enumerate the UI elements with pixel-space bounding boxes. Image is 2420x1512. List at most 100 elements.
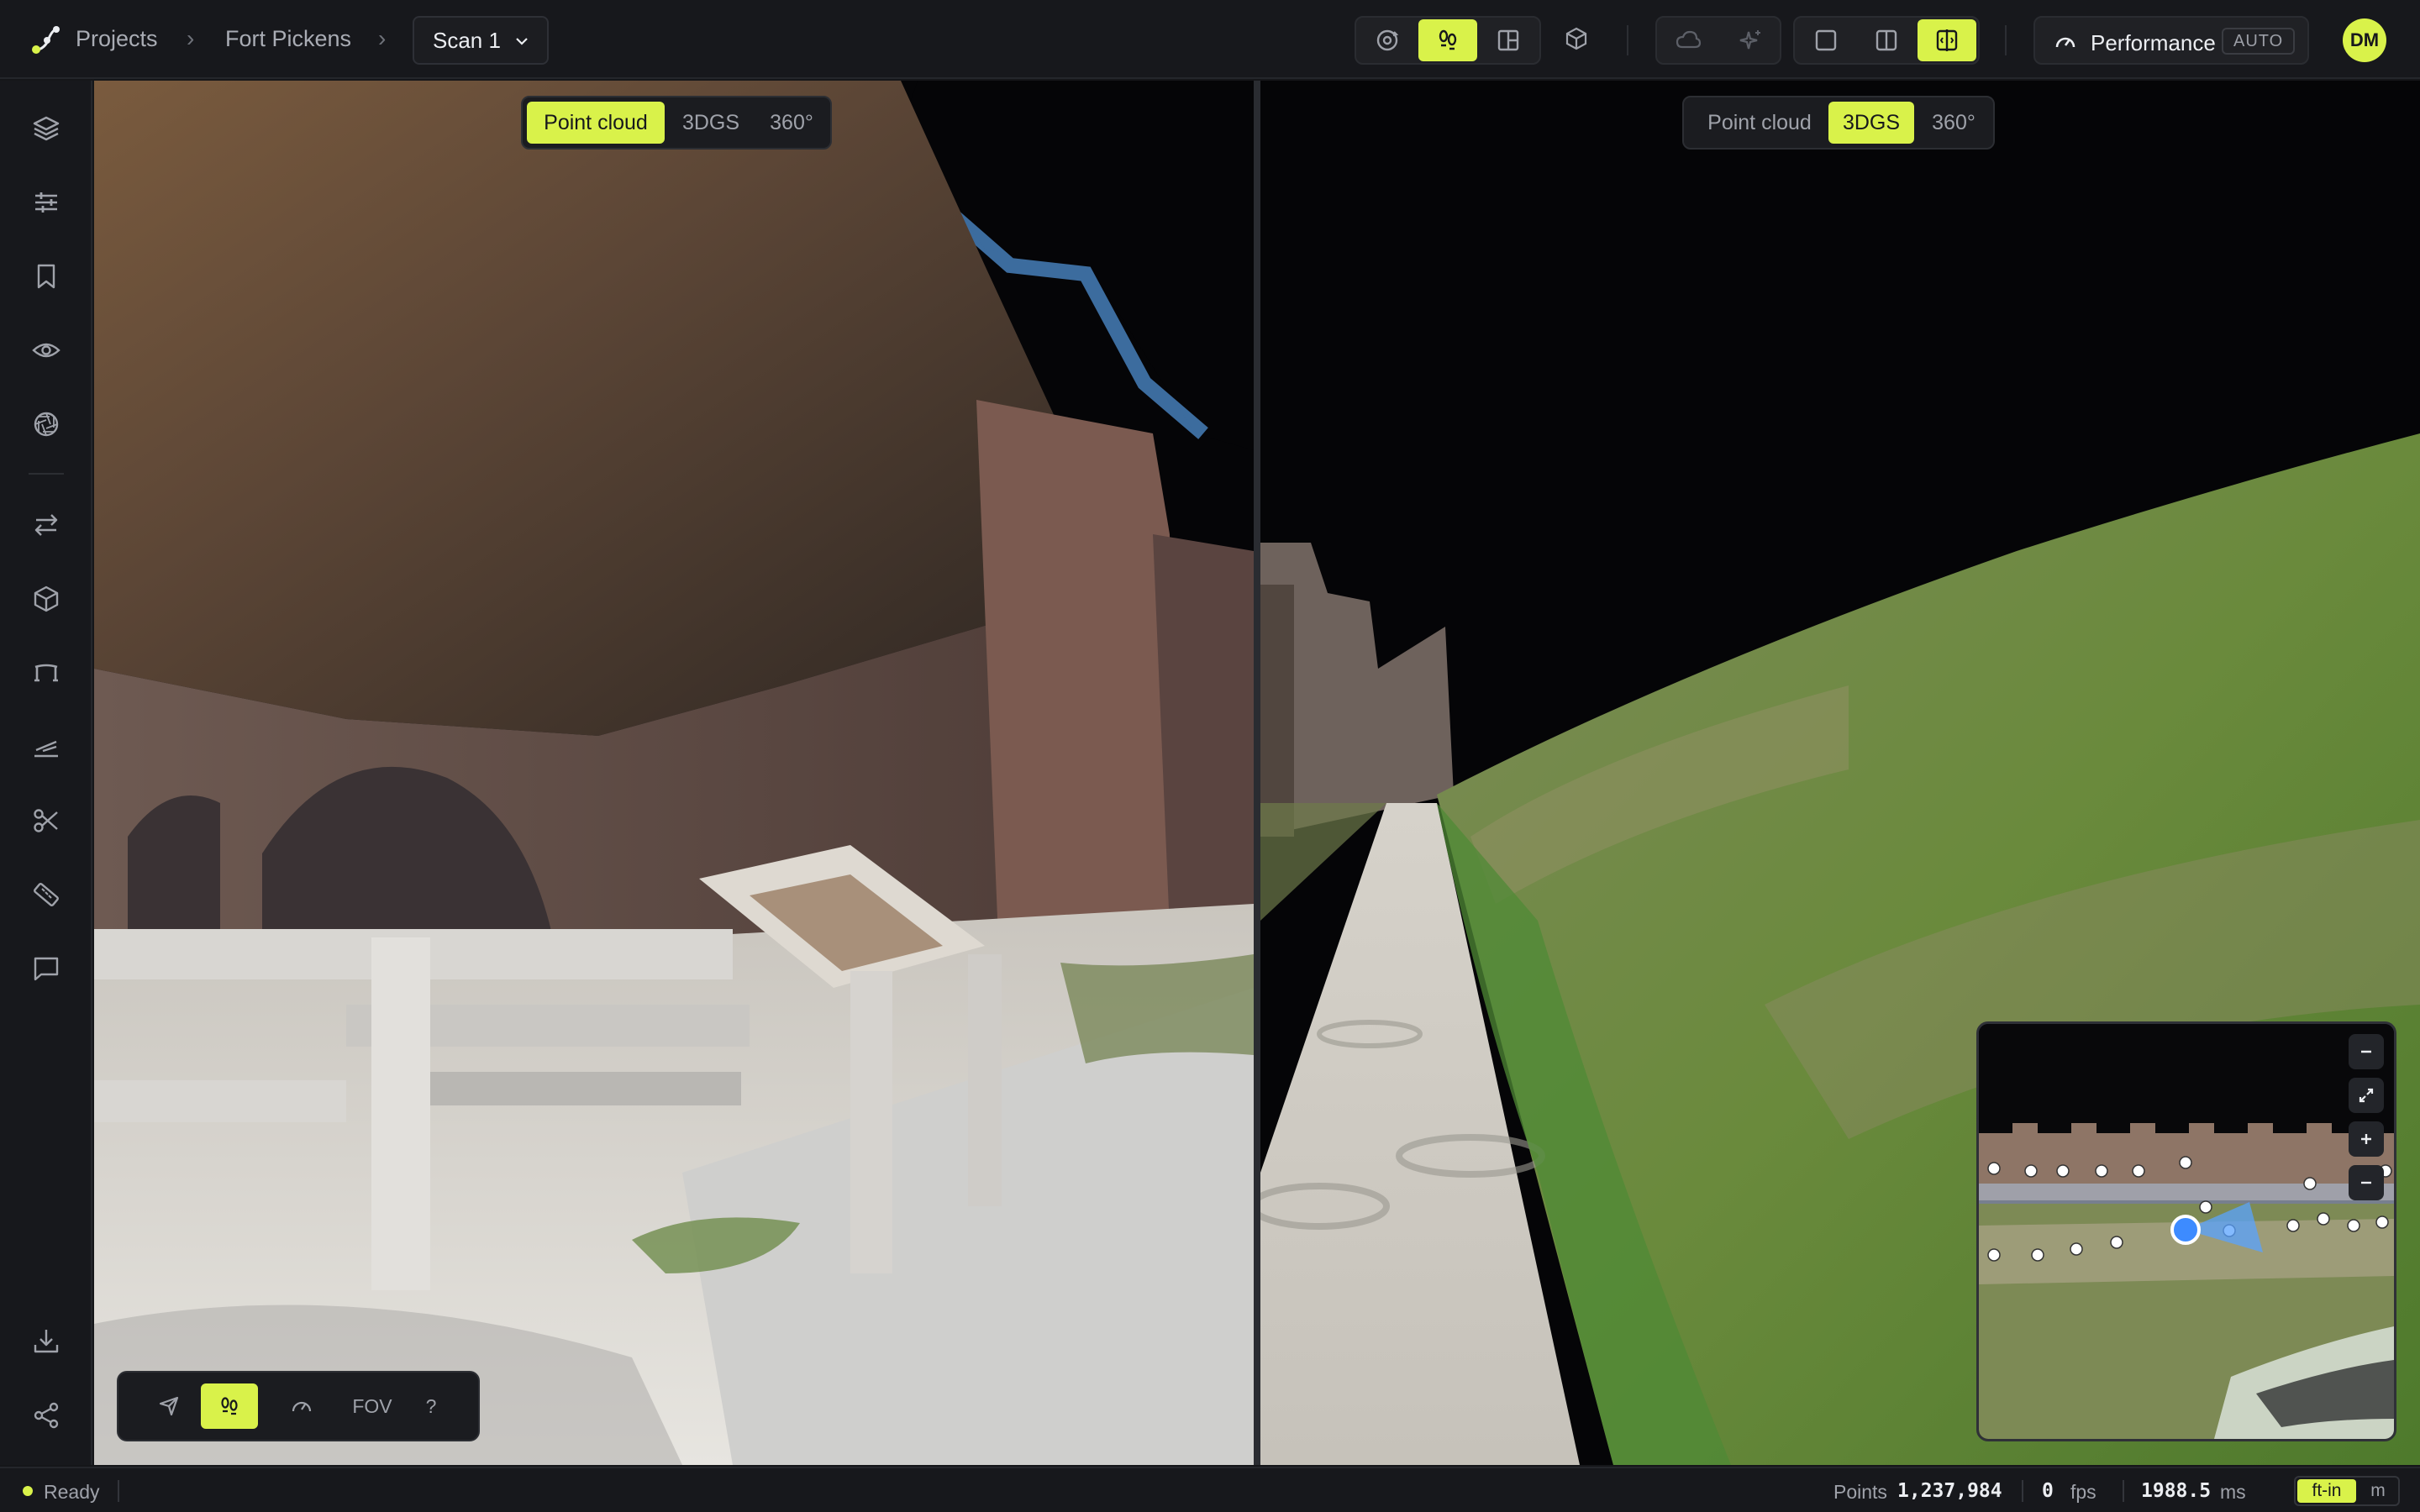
breadcrumb-separator-icon: › bbox=[378, 25, 387, 51]
sidebar-path-button[interactable] bbox=[25, 652, 67, 694]
sidebar-visibility-button[interactable] bbox=[25, 329, 67, 371]
minimap-expand-button[interactable] bbox=[2349, 1078, 2384, 1113]
single-view-icon bbox=[1815, 29, 1837, 51]
sidebar-terrain-button[interactable] bbox=[25, 726, 67, 768]
fps-value: 0 bbox=[2042, 1480, 2054, 1502]
sidebar-measure-button[interactable] bbox=[25, 874, 67, 916]
performance-label: Performance bbox=[2091, 30, 2216, 55]
left-mode-3dgs[interactable]: 3DGS bbox=[669, 102, 753, 144]
swap-icon bbox=[34, 514, 58, 536]
split-view-button[interactable] bbox=[1857, 19, 1916, 61]
plane-icon bbox=[159, 1396, 179, 1416]
minimap-map[interactable] bbox=[1979, 1024, 2394, 1439]
comment-icon bbox=[34, 957, 59, 981]
layers-icon bbox=[33, 116, 60, 141]
sidebar-compare-button[interactable] bbox=[25, 504, 67, 546]
orbit-icon bbox=[1376, 29, 1399, 51]
sidebar-share-button[interactable] bbox=[25, 1394, 67, 1436]
scan-selector[interactable]: Scan 1 bbox=[413, 16, 549, 65]
help-button[interactable]: ? bbox=[406, 1383, 456, 1429]
right-mode-360[interactable]: 360° bbox=[1919, 102, 1988, 144]
enhance-button[interactable] bbox=[1721, 19, 1780, 61]
walk-nav-button[interactable] bbox=[201, 1383, 258, 1429]
sparkle-icon bbox=[1739, 30, 1760, 50]
performance-mode-badge: AUTO bbox=[2222, 28, 2296, 55]
sidebar-objects-button[interactable] bbox=[25, 578, 67, 620]
compare-view-icon bbox=[1936, 29, 1958, 51]
user-avatar[interactable]: DM bbox=[2343, 18, 2386, 62]
split-divider-handle[interactable] bbox=[1254, 81, 1260, 1465]
scan-selector-label: Scan 1 bbox=[433, 27, 501, 53]
path-icon bbox=[34, 664, 58, 682]
left-sidebar bbox=[0, 81, 92, 1465]
status-text: Ready bbox=[44, 1481, 100, 1503]
speedometer-icon bbox=[292, 1401, 312, 1412]
minus-icon bbox=[2361, 1181, 2371, 1184]
terrain-icon bbox=[34, 740, 58, 758]
status-divider bbox=[2123, 1480, 2124, 1502]
sidebar-download-button[interactable] bbox=[25, 1320, 67, 1362]
left-mode-point-cloud[interactable]: Point cloud bbox=[527, 102, 665, 144]
frame-time-label: ms bbox=[2220, 1481, 2246, 1503]
unit-m-button[interactable]: m bbox=[2360, 1479, 2396, 1503]
aperture-icon bbox=[34, 412, 59, 437]
sidebar-comments-button[interactable] bbox=[25, 948, 67, 990]
fps-label: fps bbox=[2070, 1481, 2096, 1503]
sidebar-clip-button[interactable] bbox=[25, 800, 67, 842]
status-bar: Ready Points 1,237,984 0 fps 1988.5 ms f… bbox=[0, 1467, 2420, 1512]
minimap-zoom-out-button[interactable] bbox=[2349, 1165, 2384, 1200]
layout-icon bbox=[1497, 29, 1519, 51]
right-mode-point-cloud[interactable]: Point cloud bbox=[1688, 102, 1831, 144]
fly-mode-button[interactable] bbox=[140, 1383, 197, 1429]
layout-mode-button[interactable] bbox=[1479, 19, 1538, 61]
cloud-icon bbox=[1676, 30, 1702, 49]
sidebar-camera-button[interactable] bbox=[25, 403, 67, 445]
compare-view-button[interactable] bbox=[1918, 19, 1976, 61]
chevron-down-icon bbox=[516, 38, 528, 45]
status-indicator-icon bbox=[23, 1486, 33, 1496]
minimap-zoom-in-button[interactable] bbox=[2349, 1121, 2384, 1157]
navigation-mode-group bbox=[1355, 16, 1541, 65]
app-window: Projects › Fort Pickens › Scan 1 Perform… bbox=[0, 0, 2420, 1512]
box-icon bbox=[34, 585, 59, 612]
speed-button[interactable] bbox=[273, 1383, 330, 1429]
unit-ft-in-button[interactable]: ft-in bbox=[2297, 1479, 2356, 1503]
share-icon bbox=[34, 1402, 59, 1429]
breadcrumb-projects[interactable]: Projects bbox=[76, 26, 158, 52]
sidebar-layers-button[interactable] bbox=[25, 108, 67, 150]
orbit-mode-button[interactable] bbox=[1358, 19, 1417, 61]
measure-icon bbox=[34, 883, 59, 906]
sidebar-bookmarks-button[interactable] bbox=[25, 255, 67, 297]
status-divider bbox=[118, 1480, 119, 1502]
left-mode-360[interactable]: 360° bbox=[756, 102, 827, 144]
walk-mode-button[interactable] bbox=[1418, 19, 1477, 61]
view-layout-group bbox=[1793, 16, 1980, 65]
app-logo-icon[interactable] bbox=[30, 24, 62, 55]
toolbar-divider bbox=[2005, 25, 2007, 55]
point-cloud-scene[interactable] bbox=[94, 81, 1254, 1465]
breadcrumb-project[interactable]: Fort Pickens bbox=[225, 26, 351, 52]
breadcrumb-separator-icon: › bbox=[187, 25, 195, 51]
split-view-icon bbox=[1876, 29, 1897, 51]
sliders-icon bbox=[35, 192, 57, 213]
top-bar: Projects › Fort Pickens › Scan 1 Perform… bbox=[0, 0, 2420, 79]
plus-icon bbox=[2361, 1134, 2371, 1144]
scissors-icon bbox=[34, 809, 58, 832]
single-view-button[interactable] bbox=[1797, 19, 1855, 61]
performance-button[interactable]: Performance AUTO bbox=[2033, 16, 2309, 65]
expand-icon bbox=[2359, 1088, 2374, 1103]
frame-time-value: 1988.5 bbox=[2141, 1480, 2212, 1502]
eye-icon bbox=[32, 343, 60, 358]
minimap[interactable] bbox=[1976, 1021, 2396, 1441]
download-icon bbox=[34, 1330, 59, 1353]
toolbar-divider bbox=[1627, 25, 1628, 55]
fov-button[interactable]: FOV bbox=[339, 1383, 406, 1429]
left-viewport[interactable]: Point cloud 3DGS 360° bbox=[94, 81, 1254, 1465]
sidebar-adjustments-button[interactable] bbox=[25, 181, 67, 223]
footsteps-icon bbox=[221, 1397, 238, 1415]
sidebar-divider bbox=[29, 473, 64, 475]
model-view-button[interactable] bbox=[1547, 18, 1606, 60]
cloud-button[interactable] bbox=[1659, 19, 1718, 61]
right-mode-3dgs[interactable]: 3DGS bbox=[1828, 102, 1914, 144]
minimap-collapse-button[interactable] bbox=[2349, 1034, 2384, 1069]
